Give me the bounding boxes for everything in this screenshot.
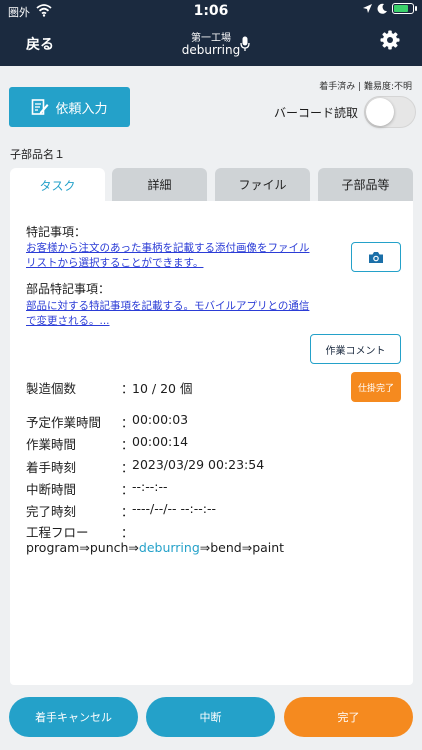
field-value: 00:00:14 [132,434,189,449]
field-label: 製造個数 [26,381,77,396]
moon-icon [377,3,387,14]
barcode-label: バーコード読取 [274,106,359,120]
barcode-toggle[interactable] [364,96,416,128]
request-input-button[interactable]: 依頼入力 [9,87,130,127]
field-value: 00:00:03 [132,412,189,427]
field-label: 作業時間 [26,437,77,452]
process-flow: program⇒punch⇒deburring⇒bend⇒paint [26,540,284,555]
complete-button[interactable]: 完了 [284,697,413,737]
edit-document-icon [32,99,49,115]
flow-current-step: deburring [138,540,200,555]
field-value: 2023/03/29 00:23:54 [132,457,265,472]
tab-subparts[interactable]: 子部品等 [318,168,413,201]
tab-files[interactable]: ファイル [215,168,310,201]
field-label: 予定作業時間 [26,415,102,430]
request-input-label: 依頼入力 [55,101,108,117]
part-notes-label: 部品特記事項： [26,282,111,296]
field-label: 完了時刻 [26,504,77,519]
field-label: 着手時刻 [26,460,77,475]
part-notes-link-line2[interactable]: で変更される。... [26,314,110,329]
toggle-knob [366,98,394,126]
status-bar: 圏外 1:06 [0,0,422,22]
status-time: 1:06 [193,3,229,19]
field-value: ----/--/-- --:--:-- [132,501,216,516]
tab-details[interactable]: 詳細 [112,168,207,201]
flow-previous-steps: program⇒punch⇒ [26,540,139,555]
factory-name: 第一工場 [191,33,231,44]
partial-complete-button[interactable]: 仕掛完了 [351,372,401,402]
flow-next-steps: ⇒bend⇒paint [199,540,285,555]
cancel-start-button[interactable]: 着手キャンセル [9,697,138,737]
tab-task[interactable]: タスク [10,168,105,203]
navigation-bar: 圏外 1:06 戻る 第一工場 deburring [0,0,422,66]
camera-icon [369,251,383,263]
field-colon: ： [121,525,134,540]
camera-button[interactable] [351,242,401,272]
special-notes-link-line2[interactable]: リストから選択することができます。 [26,256,203,271]
work-comment-button[interactable]: 作業コメント [310,334,401,364]
task-status-meta: 着手済み | 難易度:不明 [319,82,412,92]
field-value: --:--:-- [132,479,168,494]
battery-icon [392,3,417,14]
settings-gear-icon[interactable] [380,30,400,50]
field-value: 10 / 20 個 [132,381,193,396]
task-panel: 特記事項： お客様から注文のあった事柄を記載する添付画像をファイル リストから選… [10,201,413,685]
process-title: deburring [181,43,241,57]
special-notes-link-line1[interactable]: お客様から注文のあった事柄を記載する添付画像をファイル [26,241,310,256]
location-icon [363,4,372,13]
field-label: 中断時間 [26,482,77,497]
special-notes-label: 特記事項： [26,225,87,239]
part-notes-link-line1[interactable]: 部品に対する特記事項を記載する。モバイルアプリとの通信 [26,299,309,314]
process-flow-label: 工程フロー [26,525,89,540]
interrupt-button[interactable]: 中断 [146,697,275,737]
microphone-icon[interactable] [240,36,250,52]
subpart-name: 子部品名１ [10,148,65,161]
